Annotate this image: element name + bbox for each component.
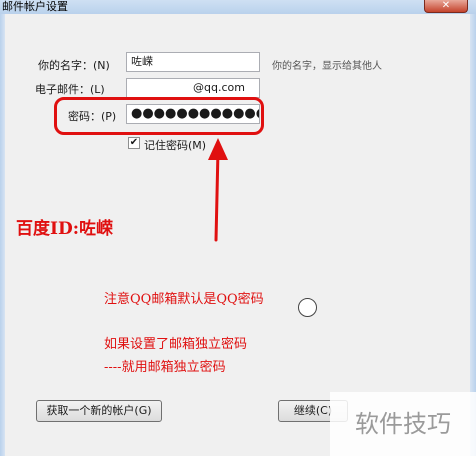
cursor-circle-icon bbox=[298, 298, 317, 317]
checkmark-icon: ✔ bbox=[129, 137, 139, 148]
annotation-note-1: 注意QQ邮箱默认是QQ密码 bbox=[104, 292, 264, 307]
email-field[interactable]: @qq.com bbox=[126, 78, 260, 98]
remember-password-checkbox[interactable]: ✔ bbox=[128, 137, 140, 149]
password-field-value: ●●●●●●●●●●●●●● bbox=[131, 106, 259, 121]
annotation-baidu-id: 百度ID:咗嵘 bbox=[16, 219, 113, 239]
close-button[interactable]: ✕ bbox=[424, 0, 468, 13]
get-new-account-button[interactable]: 获取一个新的帐户(G) bbox=[36, 400, 162, 422]
password-field[interactable]: ●●●●●●●●●●●●●● bbox=[126, 104, 260, 124]
name-field[interactable]: 咗嵘 bbox=[126, 52, 260, 72]
window-frame-right bbox=[470, 14, 476, 456]
name-field-value: 咗嵘 bbox=[131, 55, 153, 68]
password-label: 密码：(P) bbox=[68, 110, 117, 123]
watermark: 软件技巧 bbox=[330, 392, 476, 456]
name-hint: 你的名字，显示给其他人 bbox=[272, 61, 382, 72]
red-arrow-icon bbox=[208, 138, 228, 242]
email-field-value: @qq.com bbox=[193, 81, 245, 94]
remember-password-label: 记住密码(M) bbox=[144, 139, 207, 152]
title-bar: 邮件帐户设置 ✕ bbox=[0, 0, 476, 15]
get-new-account-label: 获取一个新的帐户(G) bbox=[46, 404, 152, 417]
continue-label: 继续(C) bbox=[293, 404, 333, 417]
window-title: 邮件帐户设置 bbox=[2, 0, 68, 13]
close-icon: ✕ bbox=[441, 0, 451, 11]
name-label: 你的名字：(N) bbox=[38, 59, 110, 72]
annotation-note-2: 如果设置了邮箱独立密码 bbox=[104, 337, 248, 352]
email-label: 电子邮件：(L) bbox=[35, 83, 105, 96]
annotation-note-3: ----就用邮箱独立密码 bbox=[104, 360, 226, 375]
